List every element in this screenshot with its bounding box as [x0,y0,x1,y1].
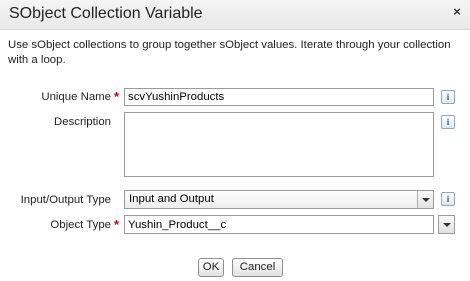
object-type-input[interactable] [124,215,434,234]
dialog-title: SObject Collection Variable [9,5,203,22]
close-icon[interactable]: × [450,5,464,19]
chevron-down-icon[interactable] [438,215,455,234]
io-type-select[interactable]: Input and Output [124,190,434,209]
sobject-collection-variable-dialog: SObject Collection Variable × Use sObjec… [0,0,470,281]
io-type-value: Input and Output [129,193,214,205]
dialog-description: Use sObject collections to group togethe… [8,39,451,66]
description-label: Description [54,116,111,128]
unique-name-label: Unique Name [41,91,111,103]
unique-name-input[interactable] [124,88,434,106]
object-type-label: Object Type [50,219,111,231]
cancel-button[interactable]: Cancel [232,258,283,277]
required-indicator: * [114,89,120,104]
required-indicator: * [114,217,120,232]
ok-button[interactable]: OK [198,258,224,277]
info-icon[interactable]: i [441,90,455,104]
chevron-down-icon[interactable] [417,191,433,208]
info-icon[interactable]: i [441,115,455,129]
dialog-titlebar: SObject Collection Variable × [0,0,470,30]
io-type-label: Input/Output Type [20,194,111,206]
info-icon[interactable]: i [441,192,455,206]
description-textarea[interactable] [124,112,434,177]
